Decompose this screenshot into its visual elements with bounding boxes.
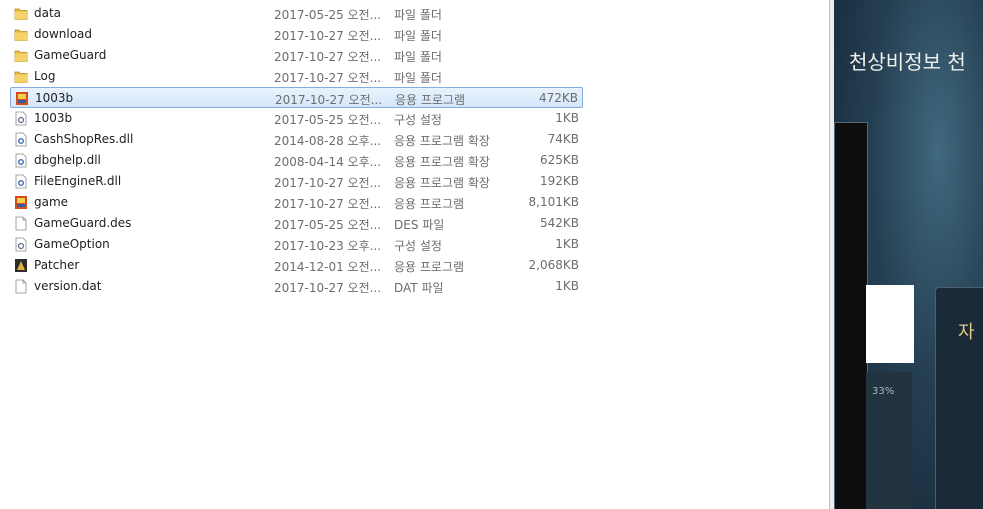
file-date: 2017-10-27 오전... <box>274 176 382 190</box>
file-row[interactable]: dbghelp.dll 2008-04-14 오후... 응용 프로그램 확장 625… <box>10 150 583 171</box>
file-type: 파일 폴더 <box>394 50 442 64</box>
file-date: 2017-05-25 오전... <box>274 218 382 232</box>
file-row[interactable]: GameGuard 2017-10-27 오전... 파일 폴더 <box>10 45 583 66</box>
file-date: 2017-10-27 오전... <box>274 197 382 211</box>
file-type: DAT 파일 <box>394 281 444 295</box>
file-type: 응용 프로그램 <box>394 260 465 274</box>
file-date: 2014-12-01 오전... <box>274 260 382 274</box>
file-type: 응용 프로그램 확장 <box>394 155 490 169</box>
file-size: 192KB <box>539 174 579 188</box>
file-date: 2017-05-25 오전... <box>274 8 382 22</box>
file-type: 응용 프로그램 <box>395 93 466 107</box>
file-type: 파일 폴더 <box>394 71 442 85</box>
file-date: 2014-08-28 오후... <box>274 134 382 148</box>
file-type: 응용 프로그램 <box>394 197 465 211</box>
file-row[interactable]: CashShopRes.dll 2014-08-28 오후... 응용 프로그램 확… <box>10 129 583 150</box>
config-icon <box>14 111 28 126</box>
file-size: 472KB <box>538 91 578 105</box>
file-name: 1003b <box>34 111 73 125</box>
game-dark-panel <box>834 122 868 509</box>
dll-icon <box>14 153 28 168</box>
file-row[interactable]: version.dat 2017-10-27 오전... DAT 파일 1KB <box>10 276 583 297</box>
game-window: 천상비정보 천 33% 자 <box>834 0 983 509</box>
file-row[interactable]: 1003b 2017-05-25 오전... 구성 설정 1KB <box>10 108 583 129</box>
dll-icon <box>14 174 28 189</box>
file-name: version.dat <box>34 279 102 293</box>
file-name: CashShopRes.dll <box>34 132 134 146</box>
file-name: download <box>34 27 93 41</box>
file-row[interactable]: FileEngineR.dll 2017-10-27 오전... 응용 프로그램 확… <box>10 171 583 192</box>
file-date: 2017-10-27 오전... <box>274 281 382 295</box>
file-row[interactable]: Log 2017-10-27 오전... 파일 폴더 <box>10 66 583 87</box>
file-row[interactable]: 1003b 2017-10-27 오전... 응용 프로그램 472KB <box>10 87 583 108</box>
side-panel-label: 자 <box>958 322 975 343</box>
file-date: 2017-10-27 오전... <box>274 29 382 43</box>
file-size: 625KB <box>539 153 579 167</box>
file-name: FileEngineR.dll <box>34 174 122 188</box>
file-date: 2017-05-25 오전... <box>274 113 382 127</box>
file-name: dbghelp.dll <box>34 153 101 167</box>
game-white-panel <box>866 285 914 363</box>
file-name: data <box>34 6 62 20</box>
file-type: 파일 폴더 <box>394 8 442 22</box>
file-icon <box>14 279 28 294</box>
game-title: 천상비정보 천 <box>849 50 966 74</box>
file-type: 응용 프로그램 확장 <box>394 176 490 190</box>
file-row[interactable]: game 2017-10-27 오전... 응용 프로그램 8,101KB <box>10 192 583 213</box>
file-size: 8,101KB <box>528 195 579 209</box>
file-name: game <box>34 195 69 209</box>
app-icon <box>15 91 29 106</box>
file-size: 1KB <box>555 237 579 251</box>
game-side-panel: 자 <box>935 287 983 509</box>
folder-icon <box>14 48 28 63</box>
file-name: Log <box>34 69 56 83</box>
game-progress-panel: 33% <box>866 372 912 509</box>
file-name: GameGuard <box>34 48 107 62</box>
file-date: 2017-10-27 오전... <box>274 50 382 64</box>
folder-icon <box>14 69 28 84</box>
file-name: 1003b <box>35 91 74 105</box>
file-type: 파일 폴더 <box>394 29 442 43</box>
patcher-icon <box>14 258 28 273</box>
file-type: 구성 설정 <box>394 239 442 253</box>
file-row[interactable]: data 2017-05-25 오전... 파일 폴더 <box>10 3 583 24</box>
file-type: DES 파일 <box>394 218 445 232</box>
file-date: 2017-10-27 오전... <box>274 71 382 85</box>
file-type: 구성 설정 <box>394 113 442 127</box>
folder-icon <box>14 27 28 42</box>
folder-icon <box>14 6 28 21</box>
progress-text: 33% <box>872 386 895 397</box>
file-type: 응용 프로그램 확장 <box>394 134 490 148</box>
file-row[interactable]: download 2017-10-27 오전... 파일 폴더 <box>10 24 583 45</box>
file-name: GameOption <box>34 237 110 251</box>
file-size: 542KB <box>539 216 579 230</box>
file-name: Patcher <box>34 258 80 272</box>
file-row[interactable]: GameOption 2017-10-23 오후... 구성 설정 1KB <box>10 234 583 255</box>
file-row[interactable]: Patcher 2014-12-01 오전... 응용 프로그램 2,068KB <box>10 255 583 276</box>
app-icon <box>14 195 28 210</box>
file-row[interactable]: GameGuard.des 2017-05-25 오전... DES 파일 542KB <box>10 213 583 234</box>
file-icon <box>14 216 28 231</box>
file-date: 2017-10-23 오후... <box>274 239 382 253</box>
file-date: 2017-10-27 오전... <box>275 93 383 107</box>
file-size: 1KB <box>555 279 579 293</box>
file-size: 74KB <box>547 132 579 146</box>
file-name: GameGuard.des <box>34 216 132 230</box>
file-size: 2,068KB <box>528 258 579 272</box>
file-explorer: data 2017-05-25 오전... 파일 폴더 download 2017-10… <box>0 0 830 509</box>
file-size: 1KB <box>555 111 579 125</box>
dll-icon <box>14 132 28 147</box>
file-date: 2008-04-14 오후... <box>274 155 382 169</box>
config-icon <box>14 237 28 252</box>
